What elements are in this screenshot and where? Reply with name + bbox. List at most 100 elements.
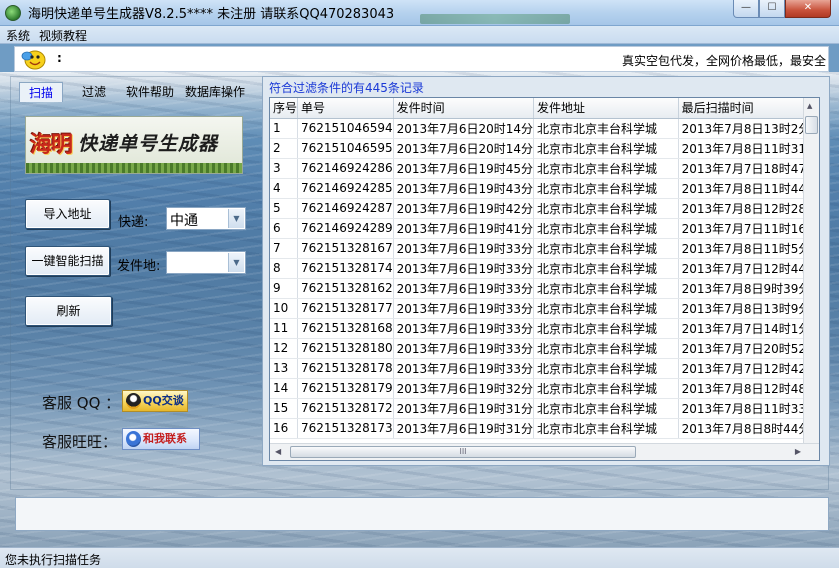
table-row[interactable]: 11 762151328168 2013年7月6日19时33分 北京市北京丰台科学城 2… <box>270 318 819 339</box>
status-bar: 您未执行扫描任务 <box>0 547 839 568</box>
horizontal-scroll-thumb[interactable]: III <box>290 446 636 458</box>
horizontal-scrollbar[interactable]: ◀ III ▶ <box>270 443 819 460</box>
tab-filter[interactable]: 过滤 <box>73 82 115 102</box>
cell-send-address: 北京市北京丰台科学城 <box>533 398 679 419</box>
tab-software-help[interactable]: 软件帮助 <box>122 82 178 102</box>
cell-last-scan: 2013年7月8日11时33分 <box>678 398 819 419</box>
cell-last-scan: 2013年7月7日14时1分 <box>678 318 819 339</box>
cell-last-scan: 2013年7月7日20时52分 <box>678 338 819 359</box>
cell-index: 12 <box>270 338 299 359</box>
cell-last-scan: 2013年7月8日13时9分 <box>678 298 819 319</box>
results-grid[interactable]: 序号 单号 发件时间 发件地址 最后扫描时间 1 762151046594 2013… <box>269 97 820 461</box>
cell-tracking-no: 762151328178 <box>297 358 394 379</box>
scroll-up-icon[interactable]: ▲ <box>807 102 812 110</box>
title-bar: 海明快递单号生成器V8.2.5**** 未注册 请联系QQ470283043 —… <box>0 0 839 26</box>
scroll-left-icon[interactable]: ◀ <box>275 447 281 456</box>
cell-index: 11 <box>270 318 299 339</box>
table-row[interactable]: 13 762151328178 2013年7月6日19时33分 北京市北京丰台科学城 2… <box>270 358 819 379</box>
column-header-index[interactable]: 序号 <box>270 98 299 119</box>
menu-item-video-tutorial[interactable]: 视频教程 <box>39 27 87 44</box>
table-row[interactable]: 8 762151328174 2013年7月6日19时33分 北京市北京丰台科学城 20… <box>270 258 819 279</box>
cell-send-time: 2013年7月6日19时33分 <box>393 338 535 359</box>
cell-tracking-no: 762146924287 <box>297 198 394 219</box>
cell-index: 7 <box>270 238 299 259</box>
cell-last-scan: 2013年7月8日11时5分 <box>678 238 819 259</box>
close-button[interactable]: ✕ <box>785 0 831 18</box>
cell-index: 5 <box>270 198 299 219</box>
cell-index: 16 <box>270 418 299 439</box>
column-header-last-scan[interactable]: 最后扫描时间 <box>678 98 819 119</box>
column-header-send-time[interactable]: 发件时间 <box>393 98 535 119</box>
menu-item-system[interactable]: 系统 <box>6 27 30 44</box>
cell-index: 8 <box>270 258 299 279</box>
table-row[interactable]: 1 762151046594 2013年7月6日20时14分 北京市北京丰台科学城 20… <box>270 118 819 139</box>
refresh-button[interactable]: 刷新 <box>25 296 112 326</box>
cell-send-time: 2013年7月6日19时33分 <box>393 358 535 379</box>
chevron-down-icon[interactable]: ▼ <box>228 209 244 228</box>
table-row[interactable]: 4 762146924285 2013年7月6日19时43分 北京市北京丰台科学城 20… <box>270 178 819 199</box>
table-row[interactable]: 5 762146924287 2013年7月6日19时42分 北京市北京丰台科学城 20… <box>270 198 819 219</box>
import-address-button[interactable]: 导入地址 <box>25 199 110 229</box>
cell-send-address: 北京市北京丰台科学城 <box>533 258 679 279</box>
column-header-tracking-no[interactable]: 单号 <box>297 98 394 119</box>
wangwang-contact-button[interactable]: 和我联系 <box>122 428 200 450</box>
wangwang-contact-label: 和我联系 <box>143 432 187 445</box>
table-row[interactable]: 15 762151328172 2013年7月6日19时31分 北京市北京丰台科学城 2… <box>270 398 819 419</box>
ad-marquee: 真实空包代发，全网价格最低，最安全 <box>622 54 827 68</box>
table-row[interactable]: 9 762151328162 2013年7月6日19时33分 北京市北京丰台科学城 20… <box>270 278 819 299</box>
scroll-right-icon[interactable]: ▶ <box>795 447 801 456</box>
vertical-scrollbar[interactable]: ▲ <box>803 98 819 443</box>
cell-send-time: 2013年7月6日19时45分 <box>393 158 535 179</box>
cell-tracking-no: 762146924286 <box>297 158 394 179</box>
title-decoration <box>420 14 570 24</box>
smile-icon[interactable] <box>21 48 47 70</box>
qq-icon <box>126 393 141 409</box>
cell-send-address: 北京市北京丰台科学城 <box>533 158 679 179</box>
table-row[interactable]: 12 762151328180 2013年7月6日19时33分 北京市北京丰台科学城 2… <box>270 338 819 359</box>
cell-index: 3 <box>270 158 299 179</box>
cell-tracking-no: 762146924285 <box>297 178 394 199</box>
record-count: 符合过滤条件的有445条记录 <box>269 81 424 95</box>
express-select-value: 中通 <box>170 213 198 229</box>
cell-tracking-no: 762151328177 <box>297 298 394 319</box>
customer-service-wangwang-label: 客服旺旺： <box>42 433 118 451</box>
table-row[interactable]: 2 762151046595 2013年7月6日20时14分 北京市北京丰台科学城 20… <box>270 138 819 159</box>
qq-chat-button[interactable]: QQ交谈 <box>122 390 188 412</box>
table-header-row: 序号 单号 发件时间 发件地址 最后扫描时间 <box>270 98 819 119</box>
table-row[interactable]: 10 762151328177 2013年7月6日19时33分 北京市北京丰台科学城 2… <box>270 298 819 319</box>
cell-last-scan: 2013年7月7日18时47分 <box>678 158 819 179</box>
cell-last-scan: 2013年7月7日12时44分 <box>678 258 819 279</box>
cell-send-address: 北京市北京丰台科学城 <box>533 338 679 359</box>
logo-subtitle: 快递单号生成器 <box>78 133 219 155</box>
table-row[interactable]: 16 762151328173 2013年7月6日19时31分 北京市北京丰台科学城 2… <box>270 418 819 439</box>
cell-send-address: 北京市北京丰台科学城 <box>533 218 679 239</box>
maximize-button[interactable]: ☐ <box>759 0 785 18</box>
table-row[interactable]: 6 762146924289 2013年7月6日19时41分 北京市北京丰台科学城 20… <box>270 218 819 239</box>
cell-tracking-no: 762151328162 <box>297 278 394 299</box>
toolbar-colon: : <box>57 51 62 65</box>
cell-send-address: 北京市北京丰台科学城 <box>533 358 679 379</box>
cell-index: 14 <box>270 378 299 399</box>
cell-send-address: 北京市北京丰台科学城 <box>533 418 679 439</box>
smart-scan-button[interactable]: 一键智能扫描 <box>25 246 110 276</box>
table-row[interactable]: 7 762151328167 2013年7月6日19时33分 北京市北京丰台科学城 20… <box>270 238 819 259</box>
tab-database[interactable]: 数据库操作 <box>183 82 247 102</box>
chevron-down-icon[interactable]: ▼ <box>228 253 244 272</box>
origin-select[interactable]: ▼ <box>166 251 246 274</box>
app-icon <box>5 5 21 21</box>
cell-index: 4 <box>270 178 299 199</box>
express-select[interactable]: 中通 ▼ <box>166 207 246 230</box>
table-row[interactable]: 3 762146924286 2013年7月6日19时45分 北京市北京丰台科学城 20… <box>270 158 819 179</box>
cell-last-scan: 2013年7月7日12时42分 <box>678 358 819 379</box>
cell-send-address: 北京市北京丰台科学城 <box>533 298 679 319</box>
toolbar: : 真实空包代发，全网价格最低，最安全 <box>14 46 829 72</box>
cell-send-address: 北京市北京丰台科学城 <box>533 278 679 299</box>
results-panel: 符合过滤条件的有445条记录 序号 单号 发件时间 发件地址 最后扫描时间 17… <box>262 76 830 466</box>
vertical-scroll-thumb[interactable] <box>805 116 818 134</box>
minimize-button[interactable]: — <box>733 0 759 18</box>
cell-last-scan: 2013年7月8日11时31分 <box>678 138 819 159</box>
tab-scan[interactable]: 扫描 <box>19 82 63 102</box>
table-row[interactable]: 14 762151328179 2013年7月6日19时32分 北京市北京丰台科学城 2… <box>270 378 819 399</box>
column-header-send-address[interactable]: 发件地址 <box>533 98 679 119</box>
origin-label: 发件地: <box>117 259 161 274</box>
